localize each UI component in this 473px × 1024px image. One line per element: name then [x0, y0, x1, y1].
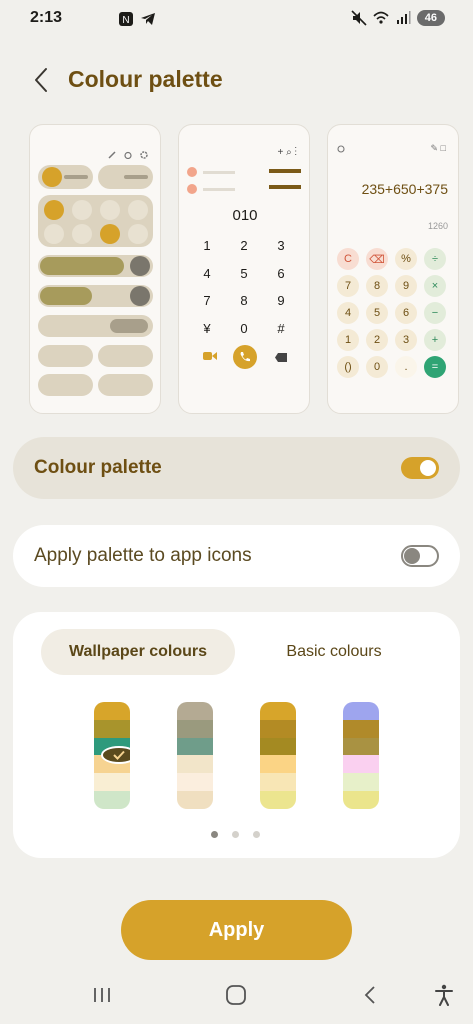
calculator-preview: ✎ □ 235+650+375 1260 C ⌫% ÷ 7 8 9 × 4 5 6− 1 2 3 + () 0… [327, 124, 459, 414]
back-icon[interactable] [30, 66, 54, 94]
contact-avatar [187, 167, 197, 177]
calc-key: . [395, 356, 417, 378]
calc-key: 9 [395, 275, 417, 297]
signal-icon [396, 11, 411, 24]
colour-palette-label: Colour palette [34, 457, 162, 478]
settings-icon [140, 151, 148, 159]
mute-icon [351, 10, 367, 26]
calc-key: − [424, 302, 446, 324]
calc-result: 1260 [427, 221, 448, 231]
calc-key: 2 [366, 329, 388, 351]
call-button [233, 345, 257, 369]
nfc-tile-icon [44, 200, 64, 220]
calc-key: 3 [395, 329, 417, 351]
dial-key: # [277, 320, 285, 336]
phone-icon [240, 352, 250, 362]
notification-icons: N [118, 11, 156, 27]
back-nav-icon [364, 986, 375, 1004]
palette-swatch[interactable] [260, 702, 296, 809]
power-icon [124, 151, 132, 159]
calc-expression: 235+650+375 [361, 181, 448, 197]
video-call-icon [203, 352, 217, 360]
battery-icon: 46 [416, 10, 445, 26]
status-time: 2:13 [30, 9, 63, 26]
calc-key: + [424, 329, 446, 351]
calc-key: 4 [337, 302, 359, 324]
home-icon [226, 985, 246, 1005]
dialer-preview: + ⌕ ⋮ 010 1 2 3 4 5 6 7 8 9 ¥0 # [178, 124, 310, 414]
calc-key: × [424, 275, 446, 297]
back-button[interactable] [348, 980, 392, 1010]
dial-key: 6 [277, 265, 285, 281]
accessibility-icon [435, 984, 453, 1006]
wifi-tile-icon [42, 167, 62, 187]
calc-key: % [395, 248, 417, 270]
dial-key: 5 [240, 265, 248, 281]
page-dot [211, 831, 218, 838]
calc-key: 0 [366, 356, 388, 378]
status-bar: 2:13 N 46 [0, 0, 473, 38]
app-icons-row[interactable]: Apply palette to app icons [13, 525, 460, 587]
calc-key: 6 [395, 302, 417, 324]
wifi-icon [373, 11, 389, 24]
calc-key: ⌫ [366, 248, 388, 270]
recent-apps-button[interactable] [80, 980, 124, 1010]
palette-panel: Wallpaper colours Basic colours [13, 612, 460, 858]
history-icon [337, 145, 345, 153]
calc-key: 1 [337, 329, 359, 351]
dial-key: 7 [203, 293, 211, 308]
check-icon [101, 746, 130, 764]
palette-swatch[interactable] [343, 702, 379, 809]
dial-key: 4 [203, 265, 211, 281]
app-notification-icon: N [119, 12, 133, 26]
edit-icon [108, 151, 116, 159]
home-button[interactable] [214, 980, 258, 1010]
dial-key: 8 [240, 293, 248, 308]
calc-key: () [337, 356, 359, 378]
contact-avatar [187, 184, 197, 194]
calc-key: 8 [366, 275, 388, 297]
tab-basic-colours[interactable]: Basic colours [249, 629, 419, 675]
recent-apps-icon [94, 988, 110, 1002]
palette-swatch[interactable] [177, 702, 213, 809]
accessibility-button[interactable] [424, 980, 464, 1010]
dial-key: 3 [277, 238, 285, 253]
page-dot [253, 831, 260, 838]
page-dot [232, 831, 239, 838]
calc-key: ÷ [424, 248, 446, 270]
palette-swatch[interactable] [94, 702, 130, 809]
dial-key: ¥ [203, 320, 211, 336]
qs-top-icons [108, 151, 148, 159]
calc-key: 5 [366, 302, 388, 324]
dialer-number: 010 [232, 207, 258, 224]
apply-button[interactable]: Apply [121, 900, 352, 960]
svg-text:N: N [122, 15, 129, 26]
quick-settings-preview [29, 124, 161, 414]
backspace-icon [275, 353, 287, 362]
system-icons: 46 [351, 10, 445, 26]
page-indicator [211, 831, 260, 838]
app-icons-toggle[interactable] [401, 545, 439, 567]
dial-key: 0 [240, 320, 248, 336]
dial-key: 1 [203, 238, 211, 253]
app-icons-label: Apply palette to app icons [34, 545, 252, 566]
tab-wallpaper-colours[interactable]: Wallpaper colours [41, 629, 235, 675]
location-tile-icon [100, 224, 120, 244]
calc-key: = [424, 356, 446, 378]
telegram-icon [141, 13, 155, 25]
dial-key: 9 [277, 293, 285, 308]
calc-top-icons: ✎ □ [430, 143, 446, 153]
calc-key: C [337, 248, 359, 270]
dial-key: 2 [240, 238, 248, 253]
colour-palette-row[interactable]: Colour palette [13, 437, 460, 499]
page-title: Colour palette [68, 66, 223, 92]
colour-palette-toggle[interactable] [401, 457, 439, 479]
dialer-top-icons: + ⌕ ⋮ [277, 147, 298, 158]
calc-key: 7 [337, 275, 359, 297]
